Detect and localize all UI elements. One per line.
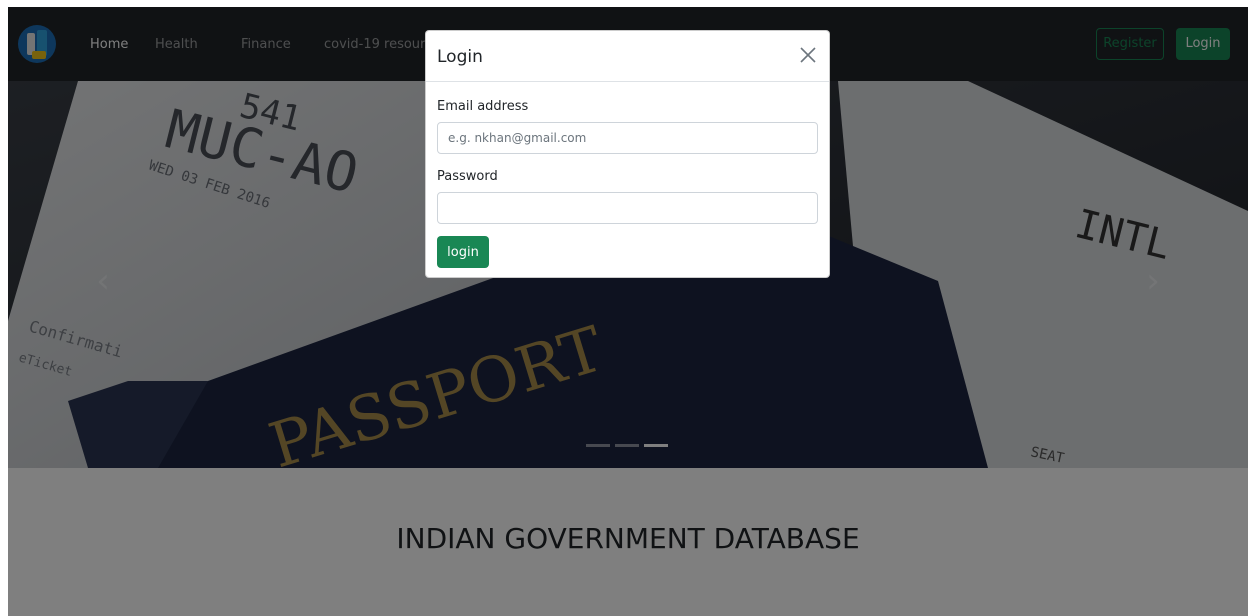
modal-title: Login [437, 47, 483, 67]
close-button[interactable] [796, 43, 820, 67]
login-submit-button[interactable]: login [437, 236, 489, 268]
login-modal: Login Email address Password login [425, 30, 830, 278]
modal-header: Login [426, 31, 829, 82]
close-icon[interactable] [796, 43, 820, 67]
email-label: Email address [437, 99, 529, 114]
password-label: Password [437, 169, 498, 184]
password-field[interactable] [437, 192, 818, 224]
email-field[interactable] [437, 122, 818, 154]
app-frame: Home Health Finance covid-19 resource Re… [8, 7, 1248, 616]
